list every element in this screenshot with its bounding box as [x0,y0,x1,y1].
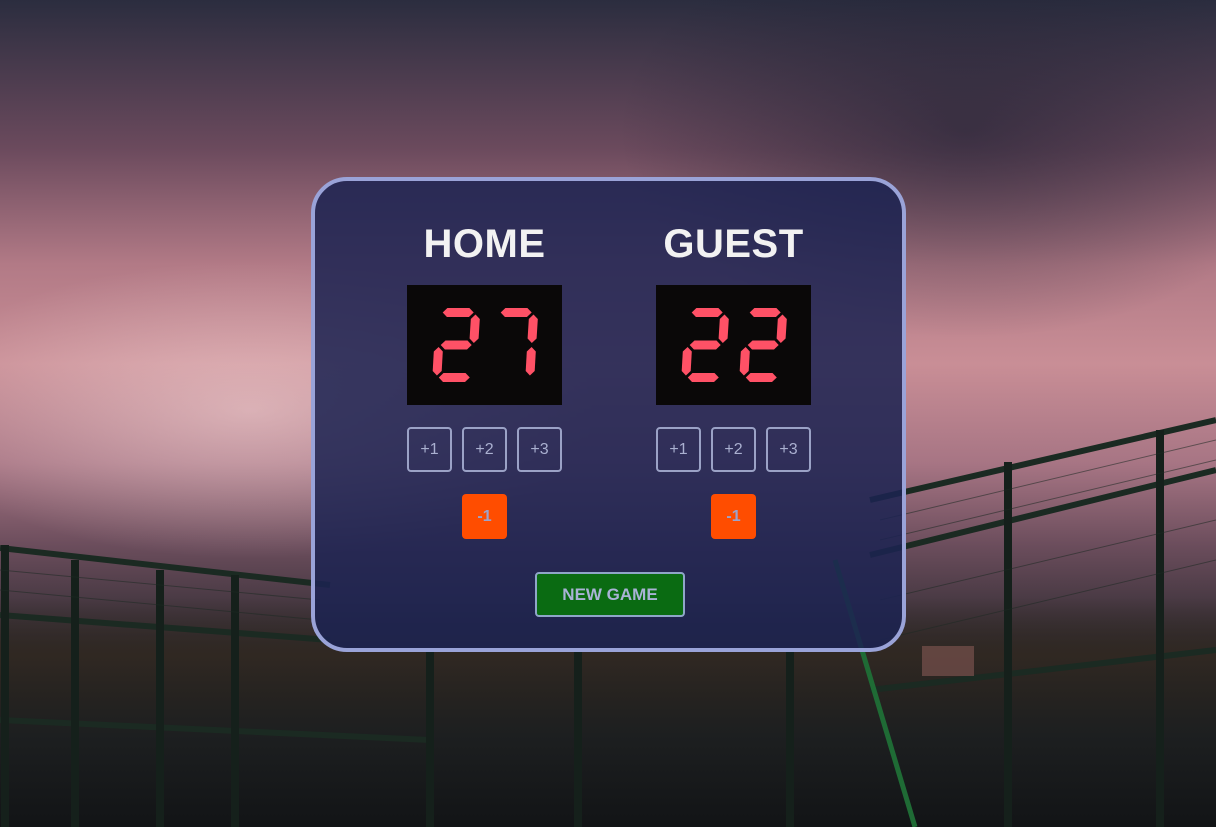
home-add-2-button[interactable]: +2 [462,427,507,472]
guest-minus-1-button[interactable]: -1 [711,494,756,539]
guest-digit-0-segment-d [687,373,719,382]
guest-add-3-button[interactable]: +3 [766,427,811,472]
home-digit-0-segment-g [440,340,472,350]
guest-digit-0-segment-e [681,347,692,376]
home-add-1-button[interactable]: +1 [407,427,452,472]
guest-digit-0-segment-g [689,340,721,350]
home-add-buttons: +1 +2 +3 [407,427,562,472]
guest-digit-0-segment-a [691,308,723,317]
guest-digit-1-segment-e [739,347,750,376]
home-digit-0-segment-d [438,373,470,382]
home-minus-1-button[interactable]: -1 [462,494,507,539]
scoreboard-card: HOME +1 +2 +3 -1 GUEST +1 +2 +3 -1 NEW G… [311,177,906,652]
guest-digit-1-segment-g [747,340,779,350]
guest-team-name: GUEST [663,222,804,266]
home-digit-0-segment-e [432,347,443,376]
home-digit-0-segment-b [469,314,480,343]
home-digit-1-segment-c [525,347,536,376]
home-digit-0-segment-a [442,308,474,317]
guest-digit-1-segment-d [745,373,777,382]
guest-digit-1-segment-b [776,314,787,343]
guest-add-buttons: +1 +2 +3 [656,427,811,472]
home-team-name: HOME [423,222,546,266]
home-digit-1-segment-a [500,308,532,317]
guest-digit-1-segment-a [749,308,781,317]
guest-add-2-button[interactable]: +2 [711,427,756,472]
home-digit-1-segment-b [527,314,538,343]
guest-add-1-button[interactable]: +1 [656,427,701,472]
home-score-digits [432,308,538,382]
guest-team-panel: GUEST +1 +2 +3 -1 [656,221,811,539]
home-score-display [407,285,562,405]
home-team-panel: HOME +1 +2 +3 -1 [407,221,562,539]
home-add-3-button[interactable]: +3 [517,427,562,472]
new-game-button[interactable]: NEW GAME [535,572,685,617]
guest-digit-0-segment-b [718,314,729,343]
guest-score-display [656,285,811,405]
guest-score-digits [681,308,787,382]
